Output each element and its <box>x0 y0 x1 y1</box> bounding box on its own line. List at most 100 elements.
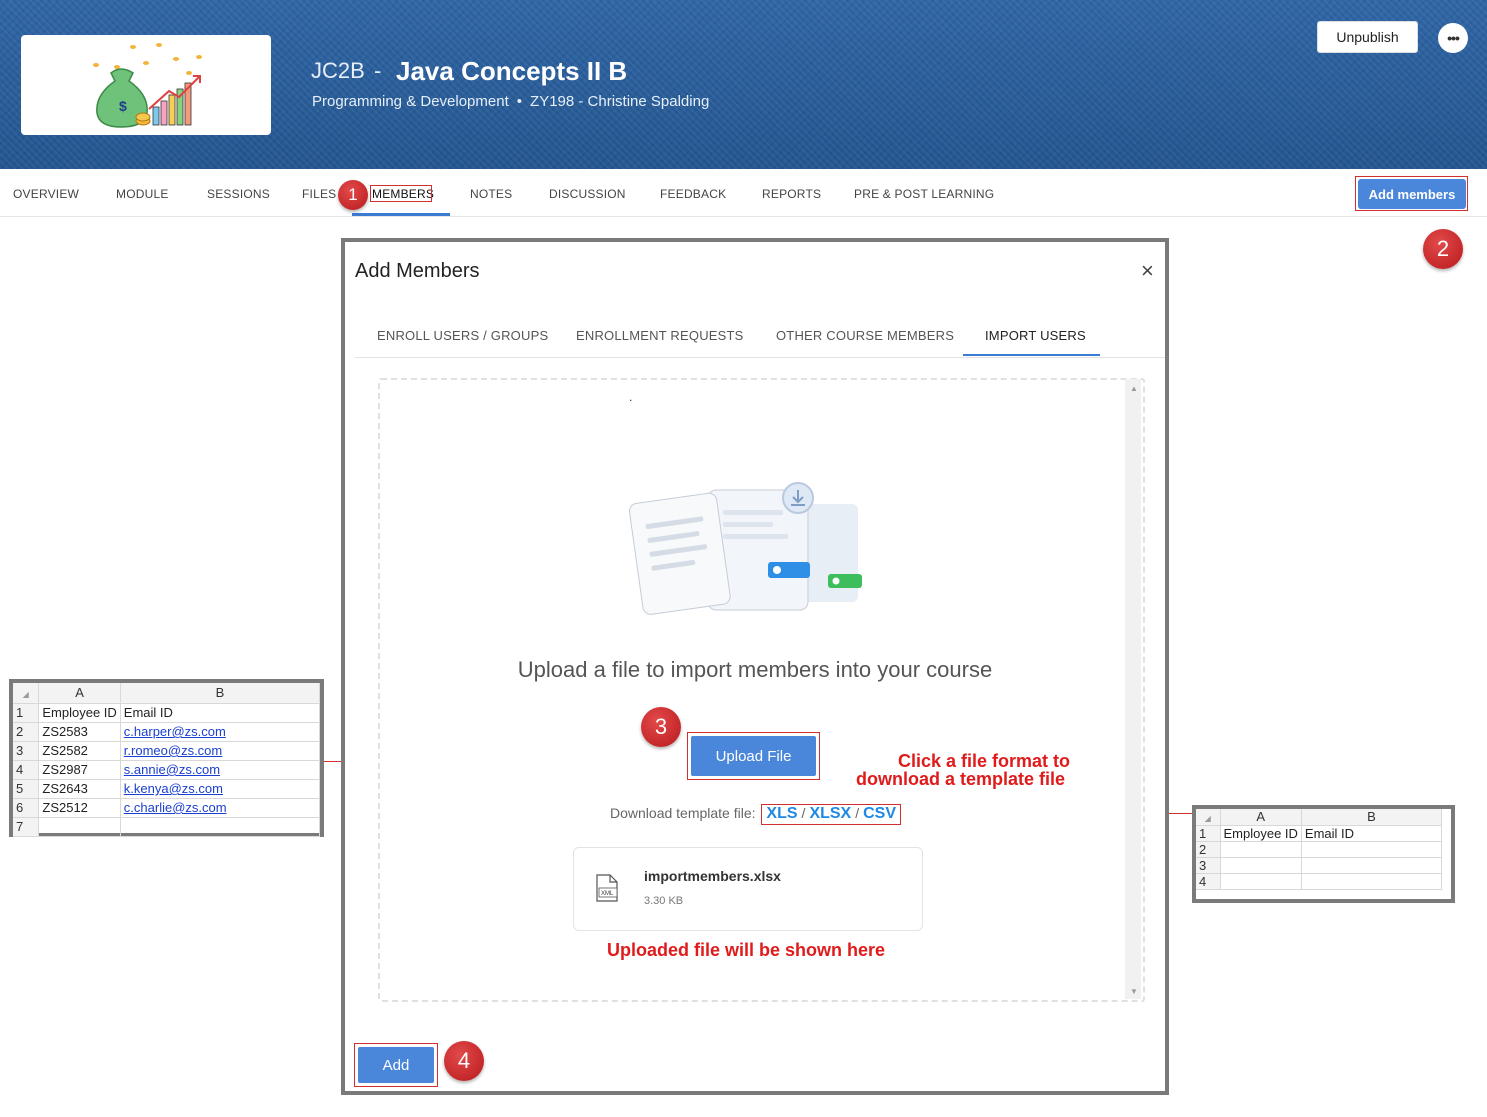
dialog-title: Add Members <box>355 260 480 282</box>
uploaded-file-hint: Uploaded file will be shown here <box>607 940 886 960</box>
email-cell: Email ID <box>1301 825 1442 842</box>
course-title: Java Concepts II B <box>396 56 628 86</box>
format-link-csv[interactable]: CSV <box>863 805 896 822</box>
format-link-xlsx[interactable]: XLSX <box>809 805 851 822</box>
step-badge-4: 4 <box>444 1041 484 1081</box>
row-number: 6 <box>13 798 40 818</box>
tab-import-users[interactable]: IMPORT USERS <box>985 328 1086 343</box>
sheet-row: 2 <box>1196 841 1442 858</box>
scroll-down-icon[interactable]: ▼ <box>1130 987 1138 996</box>
scroll-up-icon[interactable]: ▲ <box>1130 384 1138 393</box>
format-links-highlight: XLS / XLSX / CSV <box>761 804 902 825</box>
bullet-separator: • <box>516 93 523 110</box>
nav-tab-pre-post-learning[interactable]: PRE & POST LEARNING <box>854 187 994 201</box>
email-cell: c.harper@zs.com <box>120 722 321 742</box>
employee-id-cell <box>1220 841 1302 858</box>
row-number: 2 <box>1196 841 1221 858</box>
course-category: Programming & Development <box>312 93 509 110</box>
column-header: A <box>1220 809 1302 826</box>
active-tab-indicator <box>963 354 1100 356</box>
upload-file-button[interactable]: Upload File <box>691 736 816 776</box>
sheet-row: 4 ZS2987 s.annie@zs.com <box>13 760 321 780</box>
more-options-icon[interactable]: ••• <box>1438 23 1468 53</box>
email-link[interactable]: k.kenya@zs.com <box>124 781 223 796</box>
employee-id-cell: ZS2643 <box>38 779 121 799</box>
course-nav: OVERVIEW MODULE SESSIONS FILES MEMBERS N… <box>0 169 1487 217</box>
employee-id-cell <box>1220 873 1302 890</box>
nav-tab-discussion[interactable]: DISCUSSION <box>549 187 626 201</box>
email-cell: Email ID <box>120 703 321 723</box>
sheet-row: 1 Employee ID Email ID <box>1196 825 1442 842</box>
email-cell <box>1301 841 1442 858</box>
add-button[interactable]: Add <box>358 1047 434 1083</box>
stray-dot: . <box>629 390 633 404</box>
course-code: JC2B <box>311 58 365 83</box>
corner-cell: ◢ <box>13 683 40 704</box>
nav-tab-notes[interactable]: NOTES <box>470 187 512 201</box>
employee-id-cell: ZS2582 <box>38 741 121 761</box>
row-number: 3 <box>1196 857 1221 874</box>
email-cell: r.romeo@zs.com <box>120 741 321 761</box>
format-link-xls[interactable]: XLS <box>766 805 797 822</box>
scrollbar[interactable] <box>1125 379 1141 999</box>
row-number: 7 <box>13 817 40 837</box>
money-growth-icon: $ <box>93 43 202 128</box>
nav-tab-module[interactable]: MODULE <box>116 187 169 201</box>
email-cell: c.charlie@zs.com <box>120 798 321 818</box>
employee-id-cell: ZS2987 <box>38 760 121 780</box>
course-banner: $ JC2B - Java Concepts II B Programming … <box>0 0 1487 169</box>
members-highlight <box>370 185 432 202</box>
employee-id-cell: ZS2512 <box>38 798 121 818</box>
nav-tab-sessions[interactable]: SESSIONS <box>207 187 270 201</box>
tab-enroll-users-groups[interactable]: ENROLL USERS / GROUPS <box>377 328 548 343</box>
sheet-row: 5 ZS2643 k.kenya@zs.com <box>13 779 321 799</box>
column-header: A <box>38 683 121 704</box>
nav-tab-files[interactable]: FILES <box>302 187 336 201</box>
row-number: 3 <box>13 741 40 761</box>
nav-tab-overview[interactable]: OVERVIEW <box>13 187 79 201</box>
title-separator: - <box>374 58 382 83</box>
step-badge-2: 2 <box>1423 229 1463 269</box>
uploaded-file-card: XML importmembers.xlsx 3.30 KB <box>573 847 923 931</box>
employee-id-cell <box>1220 857 1302 874</box>
add-members-button[interactable]: Add members <box>1358 179 1466 209</box>
sheet-row: 3 <box>1196 857 1442 874</box>
course-instructor: ZY198 - Christine Spalding <box>530 93 710 110</box>
sheet-row: 4 <box>1196 873 1442 890</box>
column-header: B <box>1301 809 1442 826</box>
sheet-row: 1 Employee ID Email ID <box>13 703 321 723</box>
template-spreadsheet-empty: ◢ A B 1 Employee ID Email ID 2 3 4 <box>1192 805 1455 903</box>
file-icon-label: XML <box>601 891 614 897</box>
course-logo: $ <box>21 35 271 135</box>
dialog-tabs: ENROLL USERS / GROUPS ENROLLMENT REQUEST… <box>355 314 1165 358</box>
tab-enrollment-requests[interactable]: ENROLLMENT REQUESTS <box>576 328 744 343</box>
format-separator: / <box>801 805 806 821</box>
document-upload-illustration <box>628 482 862 615</box>
employee-id-cell <box>38 817 121 837</box>
email-cell <box>120 817 321 837</box>
sheet-row: 3 ZS2582 r.romeo@zs.com <box>13 741 321 761</box>
spreadsheet-table: ◢ A B 1 Employee ID Email ID 2 3 4 <box>1196 809 1442 890</box>
nav-tab-feedback[interactable]: FEEDBACK <box>660 187 726 201</box>
svg-text:$: $ <box>119 98 127 114</box>
page: $ JC2B - Java Concepts II B Programming … <box>0 0 1487 1117</box>
spreadsheet-table: ◢ A B 1 Employee ID Email ID 2 ZS2583 c.harpe… <box>13 683 321 837</box>
sheet-row: 7 <box>13 817 321 837</box>
course-meta: Programming & Development • ZY198 - Christ… <box>312 93 709 110</box>
email-link[interactable]: s.annie@zs.com <box>124 762 220 777</box>
column-header: B <box>120 683 321 704</box>
email-link[interactable]: c.charlie@zs.com <box>124 800 227 815</box>
add-members-dialog: Add Members × ENROLL USERS / GROUPS ENRO… <box>341 238 1169 1095</box>
email-cell <box>1301 857 1442 874</box>
unpublish-button[interactable]: Unpublish <box>1317 21 1418 53</box>
row-number: 5 <box>13 779 40 799</box>
nav-tab-reports[interactable]: REPORTS <box>762 187 821 201</box>
active-tab-indicator <box>352 213 450 216</box>
email-cell: s.annie@zs.com <box>120 760 321 780</box>
email-link[interactable]: r.romeo@zs.com <box>124 743 222 758</box>
email-link[interactable]: c.harper@zs.com <box>124 724 226 739</box>
email-cell <box>1301 873 1442 890</box>
tab-other-course-members[interactable]: OTHER COURSE MEMBERS <box>776 328 954 343</box>
close-icon[interactable]: × <box>1141 258 1154 284</box>
template-download-row: Download template file: XLS / XLSX / CSV <box>610 804 902 825</box>
